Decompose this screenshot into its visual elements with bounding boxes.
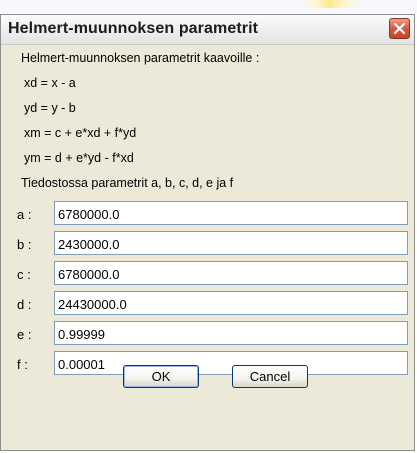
label-e: e :: [17, 327, 32, 342]
background-strip: [0, 0, 417, 14]
info-file-note: Tiedostossa parametrit a, b, c, d, e ja …: [21, 176, 234, 190]
ok-button[interactable]: OK: [123, 365, 199, 388]
label-d: d :: [17, 297, 32, 312]
formula-ym: ym = d + e*yd - f*xd: [24, 151, 134, 165]
cancel-button[interactable]: Cancel: [232, 365, 308, 388]
input-d[interactable]: [54, 291, 408, 315]
input-f[interactable]: [54, 351, 408, 375]
label-f: f :: [17, 357, 28, 372]
helmert-parameters-dialog: Helmert-muunnoksen parametrit Helmert-mu…: [0, 14, 415, 451]
label-a: a :: [17, 207, 32, 222]
formula-xm: xm = c + e*xd + f*yd: [24, 126, 137, 140]
title-bar[interactable]: Helmert-muunnoksen parametrit: [1, 15, 414, 45]
input-a[interactable]: [54, 201, 408, 225]
background-highlight: [300, 0, 360, 8]
info-heading: Helmert-muunnoksen parametrit kaavoille …: [21, 51, 260, 65]
formula-xd: xd = x - a: [24, 76, 76, 90]
formula-yd: yd = y - b: [24, 101, 76, 115]
input-c[interactable]: [54, 261, 408, 285]
input-e[interactable]: [54, 321, 408, 345]
close-button[interactable]: [389, 18, 410, 39]
close-icon: [393, 22, 406, 35]
input-b[interactable]: [54, 231, 408, 255]
label-b: b :: [17, 237, 32, 252]
label-c: c :: [17, 267, 31, 282]
window-title: Helmert-muunnoksen parametrit: [8, 20, 259, 37]
